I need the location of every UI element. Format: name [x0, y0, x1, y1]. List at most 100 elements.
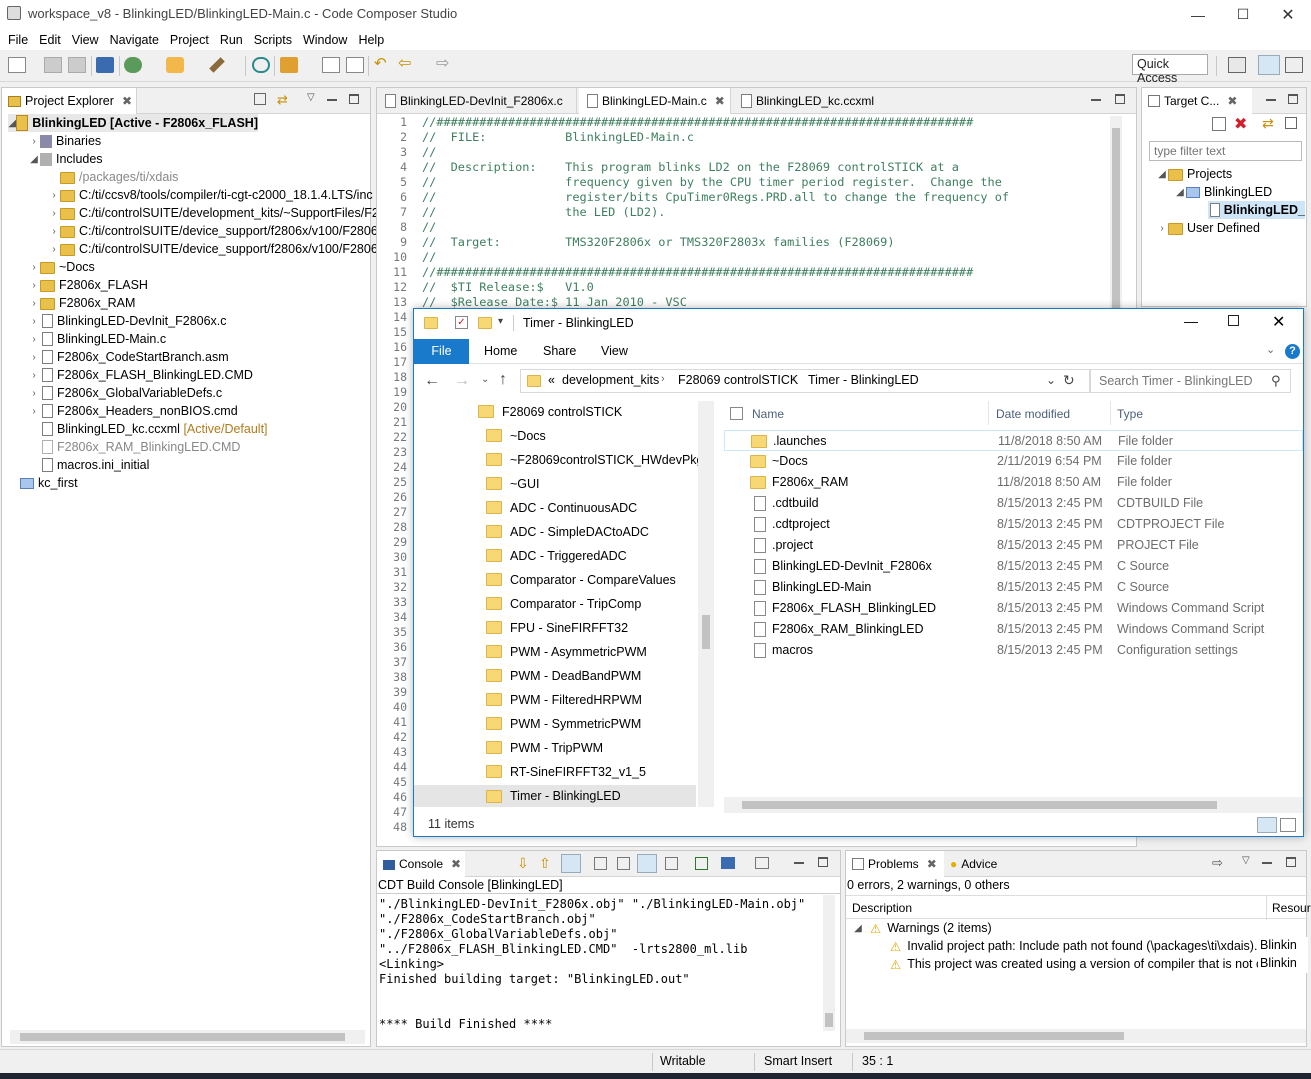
target-item-projects[interactable]: ◢ Projects — [1156, 165, 1232, 183]
maximize-view-icon[interactable] — [1286, 857, 1296, 867]
collapse-icon[interactable] — [1285, 117, 1297, 129]
nav-folder-item[interactable]: ADC - ContinuousADC — [486, 497, 637, 518]
menu-help[interactable]: Help — [353, 33, 390, 47]
console-scrollbar[interactable] — [823, 895, 835, 1031]
scroll-up-icon[interactable]: ⇧ — [539, 855, 551, 872]
word-wrap-icon[interactable] — [637, 854, 657, 873]
nav-folder-item[interactable]: ADC - TriggeredADC — [486, 545, 627, 566]
file-row[interactable]: .cdtproject 8/15/2013 2:45 PM CDTPROJECT F… — [724, 514, 1303, 535]
tab-main-c[interactable]: BlinkingLED-Main.c ✖ — [579, 88, 731, 114]
forward-icon[interactable]: ⇨ — [436, 53, 454, 72]
tree-item-binaries[interactable]: › Binaries — [28, 132, 101, 150]
last-edit-icon[interactable]: ↶ — [374, 54, 392, 72]
nav-folder-item[interactable]: Comparator - TripComp — [486, 593, 641, 614]
up-icon[interactable]: ↑ — [499, 371, 507, 389]
nav-folder-item[interactable]: ~Docs — [486, 425, 546, 446]
column-name[interactable]: Name — [752, 407, 784, 421]
maximize-view-icon[interactable] — [1288, 94, 1298, 104]
target-item-user-defined[interactable]: › User Defined — [1156, 219, 1260, 237]
minimize-button[interactable]: — — [1175, 0, 1221, 29]
menu-run[interactable]: Run — [215, 33, 249, 47]
tree-item-ram-cmd[interactable]: F2806x_RAM_BlinkingLED.CMD — [40, 438, 240, 456]
horizontal-scrollbar[interactable] — [10, 1030, 365, 1044]
close-button[interactable]: ✕ — [1265, 0, 1311, 29]
file-row[interactable]: .cdtbuild 8/15/2013 2:45 PM CDTBUILD File — [724, 493, 1303, 514]
explorer-maximize-button[interactable] — [1228, 315, 1239, 326]
new-folder-icon[interactable] — [478, 317, 492, 329]
menu-view[interactable]: View — [67, 33, 105, 47]
ribbon-file-tab[interactable]: File — [414, 339, 469, 364]
terminal-icon[interactable] — [96, 57, 114, 73]
menu-project[interactable]: Project — [165, 33, 215, 47]
problems-scrollbar[interactable] — [846, 1029, 1306, 1043]
tree-item-include-supportfiles[interactable]: › C:/ti/controlSUITE/development_kits/~Su… — [48, 204, 379, 222]
nav-folder-item[interactable]: RT-SineFIRFFT32_v1_5 — [486, 761, 646, 782]
tree-item-flash-cmd[interactable]: › F2806x_FLASH_BlinkingLED.CMD — [28, 366, 253, 384]
nav-folder-item[interactable]: FPU - SineFIRFFT32 — [486, 617, 628, 638]
column-date-modified[interactable]: Date modified — [996, 407, 1070, 421]
nav-folder-item[interactable]: ADC - SimpleDACtoADC — [486, 521, 649, 542]
close-tab-icon[interactable]: ✖ — [715, 94, 725, 108]
ribbon-view-tab[interactable]: View — [601, 344, 628, 358]
tree-item-f2806x-ram[interactable]: › F2806x_RAM — [28, 294, 135, 312]
file-row[interactable]: .launches 11/8/2018 8:50 AM File folder — [724, 430, 1303, 451]
nav-folder-item[interactable]: PWM - SymmetricPWM — [486, 713, 641, 734]
search-icon[interactable]: ⚲ — [1271, 373, 1281, 389]
minimize-view-icon[interactable] — [794, 862, 804, 864]
maximize-button[interactable]: ☐ — [1220, 0, 1266, 29]
tree-item-docs[interactable]: › ~Docs — [28, 258, 95, 276]
target-item-ccxml[interactable]: BlinkingLED_ — [1208, 201, 1305, 219]
new-icon[interactable] — [8, 57, 26, 73]
flash-icon[interactable] — [166, 57, 184, 73]
problem-row[interactable]: ⚠ Invalid project path: Include path not … — [890, 937, 1257, 955]
close-tab-icon[interactable]: ✖ — [451, 857, 461, 871]
nav-folder-item[interactable]: PWM - AsymmetricPWM — [486, 641, 647, 662]
file-row[interactable]: .project 8/15/2013 2:45 PM PROJECT File — [724, 535, 1303, 556]
quick-access-field[interactable]: Quick Access — [1132, 54, 1208, 85]
refresh-icon[interactable]: ↻ — [1063, 372, 1075, 389]
file-row[interactable]: ~Docs 2/11/2019 6:54 PM File folder — [724, 451, 1303, 472]
scroll-lock-icon[interactable] — [594, 857, 607, 870]
nav-folder-item[interactable]: Timer - BlinkingLED — [414, 785, 696, 807]
save-all-icon[interactable] — [68, 57, 86, 73]
nav-folder-item[interactable]: PWM - TripPWM — [486, 737, 603, 758]
tree-item-include-cgt[interactable]: › C:/ti/ccsv8/tools/compiler/ti-cgt-c2000… — [48, 186, 373, 204]
customize-qat-icon[interactable]: ▾ — [498, 316, 503, 327]
tab-ccxml[interactable]: BlinkingLED_kc.ccxml — [733, 88, 883, 114]
file-row[interactable]: F2806x_FLASH_BlinkingLED 8/15/2013 2:45 P… — [724, 598, 1303, 619]
tree-item-include-xdais[interactable]: /packages/ti/xdais — [60, 168, 178, 186]
file-row[interactable]: BlinkingLED-Main 8/15/2013 2:45 PM C Sourc… — [724, 577, 1303, 598]
tab-target-configurations[interactable]: Target C... ✖ — [1142, 88, 1252, 114]
details-view-icon[interactable] — [1257, 817, 1277, 833]
tree-item-globalvars[interactable]: › F2806x_GlobalVariableDefs.c — [28, 384, 222, 402]
column-resource[interactable]: Resour — [1272, 901, 1311, 915]
nav-folder-item[interactable]: PWM - FilteredHRPWM — [486, 689, 642, 710]
file-list-hscrollbar[interactable] — [724, 797, 1303, 813]
help-icon[interactable]: ? — [1285, 344, 1300, 359]
view-menu-icon[interactable]: ▽ — [1242, 855, 1250, 866]
select-all-checkbox[interactable] — [730, 407, 743, 420]
problem-row[interactable]: ⚠ This project was created using a versio… — [890, 955, 1284, 973]
properties-icon[interactable]: ✓ — [455, 316, 468, 329]
nav-forward-icon[interactable]: → — [454, 372, 470, 390]
code-area[interactable]: //######################################… — [422, 115, 1102, 315]
maximize-view-icon[interactable] — [818, 857, 828, 867]
explorer-close-button[interactable]: ✕ — [1272, 312, 1285, 332]
column-description[interactable]: Description — [852, 901, 912, 915]
minimize-view-icon[interactable] — [1262, 862, 1272, 864]
tree-item-devinit-c[interactable]: › BlinkingLED-DevInit_F2806x.c — [28, 312, 227, 330]
address-bar[interactable]: « development_kits › F28069 controlSTICK… — [520, 369, 1090, 393]
nav-folder-item[interactable]: ~GUI — [486, 473, 540, 494]
breadcrumb-overflow[interactable]: « — [548, 373, 555, 387]
tree-item-includes[interactable]: ◢ Includes — [28, 150, 102, 168]
nav-scrollbar[interactable] — [698, 401, 714, 807]
close-tab-icon[interactable]: ✖ — [122, 94, 132, 108]
tab-project-explorer[interactable]: Project Explorer ✖ — [2, 88, 137, 114]
nav-folder-item[interactable]: Comparator - CompareValues — [486, 569, 676, 590]
debug-perspective-icon[interactable] — [1285, 57, 1303, 73]
close-tab-icon[interactable]: ✖ — [1227, 94, 1237, 108]
open-perspective-icon[interactable] — [1228, 57, 1246, 73]
large-icons-view-icon[interactable] — [1280, 818, 1296, 832]
ccs-edit-perspective-icon[interactable] — [1258, 55, 1280, 75]
menu-window[interactable]: Window — [298, 33, 353, 47]
